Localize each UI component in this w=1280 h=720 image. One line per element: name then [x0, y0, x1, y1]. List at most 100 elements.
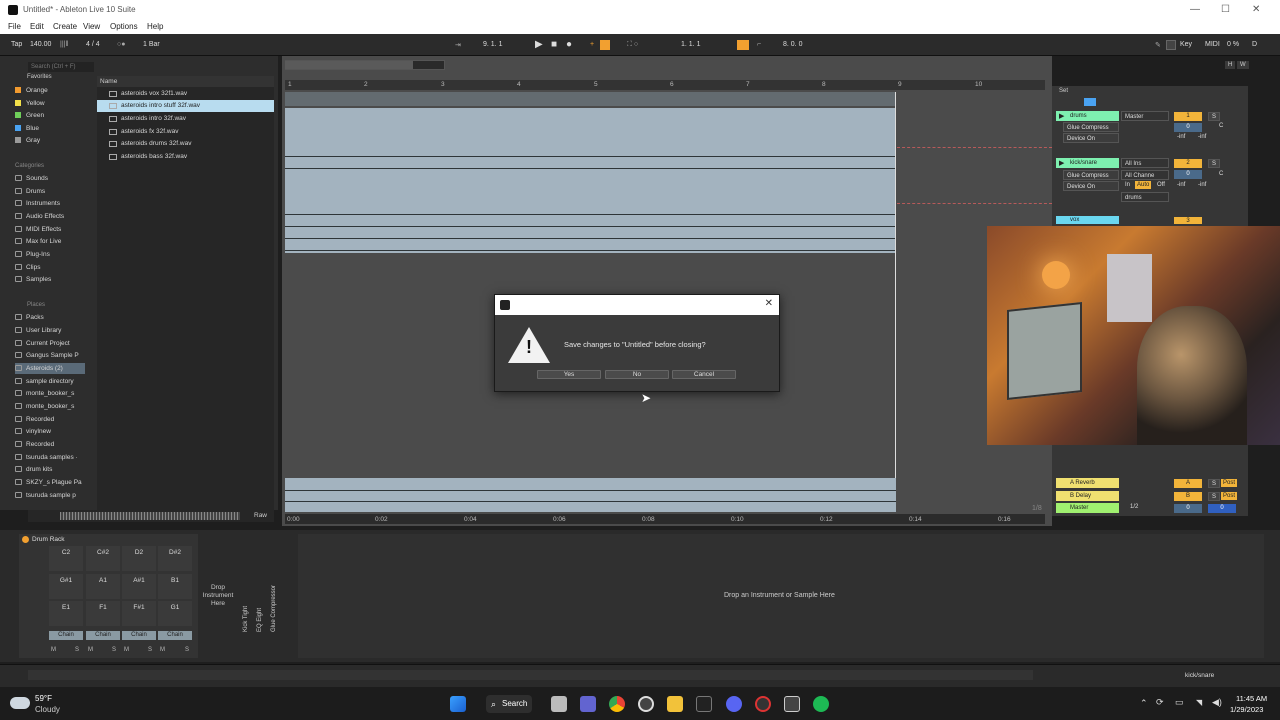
follow-icon[interactable]: ⇥ [455, 41, 461, 49]
place-item[interactable]: Gangus Sample P [15, 350, 85, 361]
place-item[interactable]: Current Project [15, 338, 85, 349]
return-track-a-reverb[interactable]: A Reverb [1056, 478, 1119, 488]
place-item[interactable]: Packs [15, 312, 85, 323]
place-item[interactable]: drum kits [15, 464, 85, 475]
tempo-field[interactable]: 140.00 [30, 41, 51, 48]
automation-arm-icon[interactable] [600, 40, 610, 50]
input-channel[interactable]: All Channe [1121, 170, 1169, 180]
pan-field[interactable]: C [1219, 171, 1223, 177]
solo-button[interactable]: S [1208, 112, 1220, 121]
file-item[interactable]: asteroids drums 32f.wav [97, 138, 274, 150]
key-map-button[interactable]: Key [1180, 41, 1192, 48]
input-routing[interactable]: All Ins [1121, 158, 1169, 168]
raw-button[interactable]: Raw [254, 512, 267, 519]
file-item[interactable]: asteroids fx 32f.wav [97, 126, 274, 138]
track-header-kick-snare[interactable]: kick/snare [1056, 158, 1119, 168]
capture-icon[interactable]: ⛶ ○ [627, 41, 638, 49]
drum-pad[interactable]: C#2 [86, 546, 120, 571]
mute-button[interactable]: M [51, 647, 56, 653]
yes-button[interactable]: Yes [537, 370, 601, 379]
post-button[interactable]: Post [1221, 479, 1238, 487]
collection-green[interactable]: Green [15, 110, 85, 121]
beat-time-ruler[interactable] [285, 80, 1045, 90]
device-on-chooser[interactable]: Device On [1063, 181, 1119, 191]
clock-app-icon[interactable] [638, 696, 654, 712]
task-view-icon[interactable] [551, 696, 567, 712]
app-icon[interactable] [755, 696, 771, 712]
file-item-selected[interactable]: asteroids intro stuff 32f.wav [97, 100, 274, 112]
cloud-weather-icon[interactable] [10, 697, 30, 709]
chain-device-label[interactable]: Kick Tight [243, 606, 249, 632]
place-item[interactable]: tsuruda sample p [15, 490, 85, 501]
quantize-menu[interactable]: 1 Bar [143, 41, 160, 48]
track-activator[interactable]: 1 [1174, 112, 1202, 121]
category-audio-effects[interactable]: Audio Effects [15, 211, 85, 222]
place-item[interactable]: tsuruda samples · [15, 452, 85, 463]
return-tracks-clips[interactable] [285, 478, 896, 512]
category-instruments[interactable]: Instruments [15, 198, 85, 209]
pan-field[interactable]: C [1219, 123, 1223, 129]
drum-pad[interactable]: C2 [49, 546, 83, 571]
drum-pad[interactable]: B1 [158, 574, 192, 599]
place-item[interactable]: monte_booker_s [15, 388, 85, 399]
loop-brace[interactable] [285, 92, 896, 106]
time-signature[interactable]: 4 / 4 [86, 41, 100, 48]
post-button[interactable]: Post [1221, 492, 1238, 500]
device-chooser[interactable]: Glue Compress [1063, 170, 1119, 180]
menu-file[interactable]: File [8, 22, 21, 31]
hide-w-button[interactable]: W [1237, 61, 1249, 69]
place-item[interactable]: sample directory [15, 376, 85, 387]
maximize-icon[interactable]: ☐ [1221, 4, 1230, 15]
category-samples[interactable]: Samples [15, 274, 85, 285]
monitor-in[interactable]: In [1125, 182, 1130, 188]
loop-start[interactable]: 1. 1. 1 [681, 41, 700, 48]
return-activator[interactable]: A [1174, 479, 1202, 488]
output-routing[interactable]: drums [1121, 192, 1169, 202]
place-item[interactable]: monte_booker_s [15, 401, 85, 412]
nudge-icon[interactable]: |||‖ [60, 41, 68, 48]
loop-switch-icon[interactable] [737, 40, 749, 50]
menu-help[interactable]: Help [147, 22, 163, 31]
category-midi-effects[interactable]: MIDI Effects [15, 224, 85, 235]
minimize-icon[interactable]: — [1190, 4, 1200, 15]
solo-button[interactable]: S [112, 647, 116, 653]
collection-yellow[interactable]: Yellow [15, 98, 85, 109]
place-item[interactable]: User Library [15, 325, 85, 336]
drum-pad[interactable]: D#2 [158, 546, 192, 571]
chain-pad[interactable]: Chain [49, 631, 83, 640]
track-activator[interactable]: 3 [1174, 217, 1202, 224]
loop-length[interactable]: 8. 0. 0 [783, 41, 802, 48]
punch-icon[interactable]: ⌐ [757, 41, 761, 48]
collection-blue[interactable]: Blue [15, 123, 85, 134]
mixer-toggle-icon[interactable] [1084, 98, 1096, 106]
overdub-icon[interactable]: + [590, 41, 594, 48]
place-item[interactable]: Recorded [15, 439, 85, 450]
ableton-live-icon[interactable] [696, 696, 712, 712]
taskbar-clock-date[interactable]: 1/29/2023 [1230, 705, 1263, 714]
category-plug-ins[interactable]: Plug-Ins [15, 249, 85, 260]
solo-button[interactable]: S [185, 647, 189, 653]
chain-device-label[interactable]: EQ Eight [257, 608, 263, 632]
return-track-b-delay[interactable]: B Delay [1056, 491, 1119, 501]
tray-chevron-icon[interactable]: ⌃ [1140, 698, 1148, 709]
close-window-icon[interactable]: ✕ [1252, 4, 1260, 15]
drum-pad[interactable]: G1 [158, 601, 192, 626]
drum-pad[interactable]: F1 [86, 601, 120, 626]
volume-field[interactable]: 0 [1174, 123, 1202, 132]
chrome-icon[interactable] [609, 696, 625, 712]
metronome-icon[interactable]: ○● [117, 41, 125, 48]
chain-device-label[interactable]: Glue Compressor [271, 585, 277, 632]
chain-pad[interactable]: Chain [122, 631, 156, 640]
mute-button[interactable]: M [124, 647, 129, 653]
audio-clips-region[interactable] [285, 108, 896, 253]
file-item[interactable]: asteroids intro 32f.wav [97, 113, 274, 125]
volume-field[interactable]: 0 [1174, 170, 1202, 179]
track-header-vox[interactable]: vox [1056, 216, 1119, 224]
device-on-chooser[interactable]: Device On [1063, 133, 1119, 143]
solo-button[interactable]: S [1208, 159, 1220, 168]
browser-search-input[interactable]: Search (Ctrl + F) [28, 62, 94, 72]
category-sounds[interactable]: Sounds [15, 173, 85, 184]
record-icon[interactable]: ● [566, 39, 572, 50]
device-on-icon[interactable] [22, 536, 29, 543]
cancel-button[interactable]: Cancel [672, 370, 736, 379]
